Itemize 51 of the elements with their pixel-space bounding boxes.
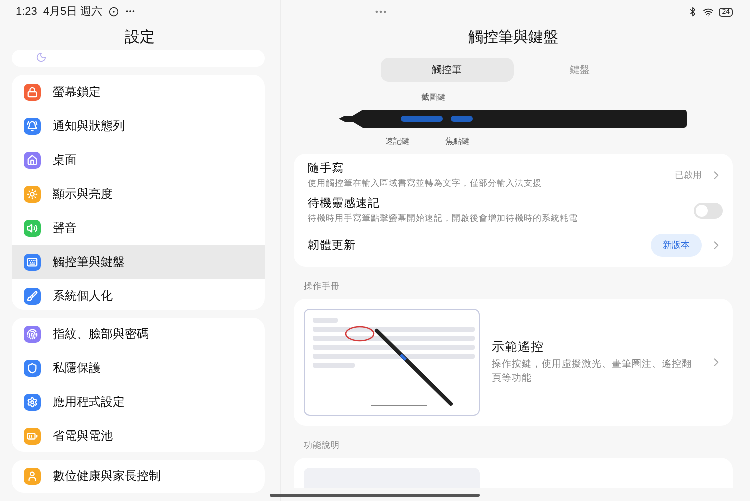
row-value: 已啟用 [675, 169, 702, 182]
row-title: 韌體更新 [308, 238, 357, 253]
section-label: 功能說明 [303, 439, 341, 452]
sidebar-title: 設定 [124, 28, 156, 48]
row-title: 隨手寫 [308, 161, 345, 176]
sidebar-item[interactable]: 系統個人化 [12, 279, 265, 310]
status-date: 4月5日 週六 [43, 4, 103, 20]
row-subtitle: 待機時用手寫筆點擊螢幕開始速記，開啟後會增加待機時的系統耗電 [308, 213, 579, 225]
sidebar-item-label: 顯示與亮度 [53, 186, 113, 203]
sidebar-item[interactable]: 桌面 [12, 143, 265, 178]
sidebar-item-label: 通知與狀態列 [53, 118, 125, 135]
card-description: 操作按鍵，使用虛擬激光、畫筆圈注、遙控翻頁等功能 [492, 358, 693, 386]
pen-button-label: 速記鍵 [386, 136, 410, 147]
row-title: 待機靈感速記 [308, 196, 381, 211]
section-label: 操作手冊 [303, 280, 341, 293]
bluetooth-icon [688, 7, 698, 17]
toggle-switch[interactable] [694, 202, 723, 218]
tab[interactable]: 觸控筆 [380, 58, 514, 82]
pen-button-label: 截圖鍵 [422, 92, 446, 103]
sidebar-item-label: 聲音 [53, 220, 77, 237]
sidebar-item[interactable]: 螢幕鎖定 [12, 75, 265, 110]
moon-icon [36, 52, 47, 64]
sidebar-item[interactable]: 私隱保護 [12, 352, 265, 386]
sidebar-item[interactable]: 通知與狀態列 [12, 109, 265, 144]
settings-row[interactable]: 待機靈感速記 待機時用手寫筆點擊螢幕開始速記，開啟後會增加待機時的系統耗電 [308, 193, 723, 228]
sidebar-item-label: 數位健康與家長控制 [53, 468, 161, 486]
sidebar-item-label: 桌面 [53, 152, 77, 169]
sidebar-item[interactable]: 應用程式設定 [12, 386, 265, 420]
sidebar-item-label: 觸控筆與鍵盤 [53, 254, 125, 271]
sidebar-item[interactable]: 數位健康與家長控制 [12, 460, 265, 493]
pen-button-label: 焦點鍵 [446, 136, 470, 147]
new-version-badge: 新版本 [651, 234, 702, 257]
sidebar-item[interactable]: 顯示與亮度 [12, 177, 265, 212]
settings-row[interactable]: 隨手寫 使用觸控筆在輸入區域書寫並轉為文字，僅部分輸入法支援 已啟用 [308, 158, 723, 193]
guide-card[interactable]: 示範遙控 操作按鍵，使用虛擬激光、畫筆圈注、遙控翻頁等功能 [294, 299, 733, 426]
sidebar-item-label: 指紋、臉部與密碼 [53, 326, 149, 344]
card-title: 示範遙控 [492, 338, 545, 356]
page-title: 觸控筆與鍵盤 [468, 28, 560, 48]
sidebar-item-label: 應用程式設定 [53, 394, 125, 412]
sidebar-item-label: 私隱保護 [53, 360, 101, 378]
wifi-icon [703, 6, 714, 18]
sidebar-item-label: 螢幕鎖定 [53, 84, 101, 101]
status-time: 1:23 [16, 6, 38, 18]
settings-row[interactable]: 韌體更新 新版本 [308, 228, 723, 263]
sidebar-item-label: 系統個人化 [53, 288, 113, 305]
sidebar-item[interactable]: 省電與電池 [12, 420, 265, 452]
sidebar-item[interactable]: 聲音 [12, 211, 265, 246]
sidebar-item[interactable]: 指紋、臉部與密碼 [12, 318, 265, 352]
sidebar-item-label: 省電與電池 [53, 428, 113, 446]
sidebar-item[interactable]: 觸控筆與鍵盤 [12, 245, 265, 280]
row-subtitle: 使用觸控筆在輸入區域書寫並轉為文字，僅部分輸入法支援 [308, 178, 543, 190]
